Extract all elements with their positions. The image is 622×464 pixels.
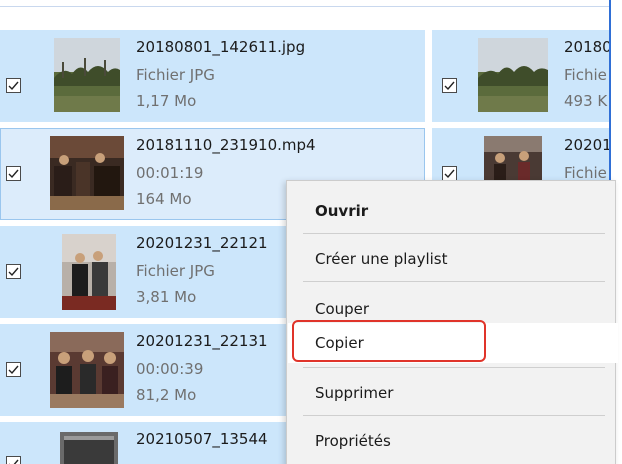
file-size: 3,81 Mo [136, 288, 197, 306]
file-name: 20180801_142611.jpg [136, 38, 306, 56]
file-name: 20201 [564, 136, 609, 154]
video-duration: 00:00:39 [136, 360, 204, 378]
file-name: 20180 [564, 38, 609, 56]
checkbox-checked-icon[interactable] [6, 166, 21, 181]
checkbox-checked-icon[interactable] [6, 456, 21, 464]
thumbnail-image [54, 38, 120, 112]
menu-separator [303, 415, 605, 416]
file-size: 164 Mo [136, 190, 192, 208]
file-name: 20201231_22131 [136, 332, 268, 350]
checkbox-checked-icon[interactable] [442, 78, 457, 93]
menu-separator [303, 233, 605, 234]
file-name: 20201231_22121 [136, 234, 268, 252]
menu-item-delete[interactable]: Supprimer [315, 373, 393, 413]
thumbnail-image [50, 332, 124, 408]
file-tile[interactable]: 20180801_142611.jpg Fichier JPG 1,17 Mo [0, 30, 425, 122]
file-explorer-window: 20180801_142611.jpg Fichier JPG 1,17 Mo … [0, 0, 622, 464]
thumbnail-image [478, 38, 548, 112]
thumbnail-image [484, 136, 542, 186]
menu-separator [303, 281, 605, 282]
checkbox-checked-icon[interactable] [6, 78, 21, 93]
menu-item-create-playlist[interactable]: Créer une playlist [315, 239, 448, 279]
file-size: 81,2 Mo [136, 386, 197, 404]
file-type: Fichie [564, 66, 607, 84]
file-tile[interactable]: 20180 Fichie 493 K [432, 30, 609, 122]
window-top-border [0, 6, 611, 7]
thumbnail-image [50, 136, 124, 210]
copy-highlight-annotation [292, 320, 486, 362]
file-type: Fichier JPG [136, 262, 215, 280]
file-size: 493 K [564, 92, 608, 110]
checkbox-checked-icon[interactable] [6, 264, 21, 279]
checkbox-checked-icon[interactable] [442, 166, 457, 181]
thumbnail-image [60, 432, 118, 464]
menu-item-properties[interactable]: Propriétés [315, 421, 391, 461]
menu-separator [303, 367, 605, 368]
thumbnail-image [62, 234, 116, 310]
file-name: 20181110_231910.mp4 [136, 136, 316, 154]
menu-item-open[interactable]: Ouvrir [315, 191, 368, 231]
video-duration: 00:01:19 [136, 164, 204, 182]
file-type: Fichier JPG [136, 66, 215, 84]
file-name: 20210507_13544 [136, 430, 268, 448]
file-size: 1,17 Mo [136, 92, 197, 110]
checkbox-checked-icon[interactable] [6, 362, 21, 377]
